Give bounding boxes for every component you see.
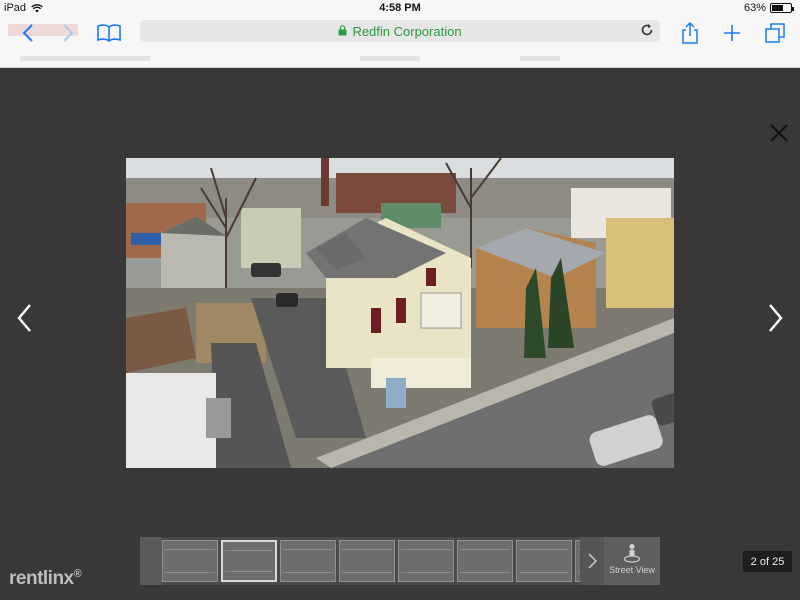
thumbnail-active[interactable]	[221, 540, 277, 582]
share-icon[interactable]	[680, 20, 700, 46]
thumbnails-next-button[interactable]	[580, 537, 604, 585]
street-view-label: Street View	[609, 565, 655, 575]
bookmarks-icon[interactable]	[96, 20, 122, 46]
chevron-right-icon	[769, 304, 783, 332]
tabs-icon[interactable]	[764, 20, 786, 46]
next-photo-button[interactable]	[764, 302, 786, 334]
rentlinx-logo: rentlinx®	[9, 568, 82, 589]
chevron-left-icon	[17, 304, 31, 332]
page-header-ghost	[0, 52, 800, 66]
lock-icon	[338, 24, 347, 39]
thumbnail[interactable]	[162, 540, 218, 582]
browser-toolbar: Redfin Corporation	[0, 16, 800, 68]
thumbnail[interactable]	[280, 540, 336, 582]
clock: 4:58 PM	[379, 2, 421, 14]
thumbnail[interactable]	[516, 540, 572, 582]
thumbnail-strip: Street View	[140, 537, 660, 585]
new-tab-icon[interactable]	[722, 20, 742, 46]
close-icon[interactable]	[768, 122, 790, 144]
address-text: Redfin Corporation	[352, 23, 462, 39]
thumbnail[interactable]	[457, 540, 513, 582]
street-view-button[interactable]: Street View	[604, 537, 660, 585]
reload-icon[interactable]	[640, 23, 654, 40]
thumbnail-strip-start	[140, 537, 162, 585]
listing-photo	[126, 158, 674, 468]
street-view-icon	[623, 544, 641, 563]
status-bar: iPad 4:58 PM 63%	[0, 0, 800, 16]
thumbnail[interactable]	[398, 540, 454, 582]
battery-icon	[770, 3, 794, 13]
back-icon[interactable]	[18, 20, 38, 46]
battery-percent: 63%	[743, 2, 766, 14]
forward-icon[interactable]	[58, 20, 78, 46]
previous-photo-button[interactable]	[14, 302, 36, 334]
battery-fill	[772, 5, 784, 11]
chevron-right-icon	[587, 553, 597, 569]
rentlinx-wordmark: rentlinx	[9, 568, 74, 589]
thumbnail[interactable]	[339, 540, 395, 582]
photo-counter: 2 of 25	[743, 551, 792, 572]
address-bar[interactable]: Redfin Corporation	[140, 20, 660, 42]
